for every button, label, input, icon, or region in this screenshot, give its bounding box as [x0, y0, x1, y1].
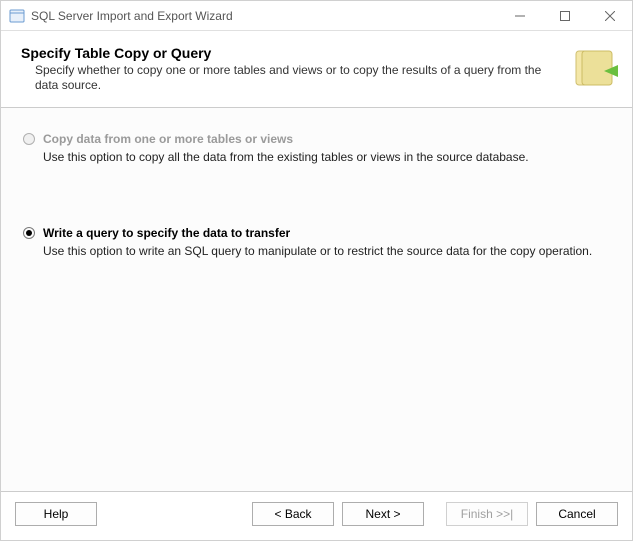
finish-button[interactable]: Finish >>| — [446, 502, 528, 526]
page-title: Specify Table Copy or Query — [21, 45, 560, 61]
maximize-button[interactable] — [542, 1, 587, 31]
option-copy-tables: Copy data from one or more tables or vie… — [23, 132, 612, 166]
next-button[interactable]: Next > — [342, 502, 424, 526]
wizard-footer: Help < Back Next > Finish >>| Cancel — [1, 491, 632, 540]
app-icon — [9, 8, 25, 24]
close-button[interactable] — [587, 1, 632, 31]
option-copy-tables-label: Copy data from one or more tables or vie… — [43, 132, 293, 146]
wizard-icon — [570, 45, 618, 93]
radio-copy-tables[interactable] — [23, 133, 35, 145]
option-write-query: Write a query to specify the data to tra… — [23, 226, 612, 260]
cancel-button[interactable]: Cancel — [536, 502, 618, 526]
window-title: SQL Server Import and Export Wizard — [31, 9, 497, 23]
help-button[interactable]: Help — [15, 502, 97, 526]
wizard-header: Specify Table Copy or Query Specify whet… — [1, 31, 632, 108]
option-write-query-desc: Use this option to write an SQL query to… — [23, 244, 612, 260]
window-controls — [497, 1, 632, 30]
titlebar: SQL Server Import and Export Wizard — [1, 1, 632, 31]
radio-write-query[interactable] — [23, 227, 35, 239]
option-write-query-row[interactable]: Write a query to specify the data to tra… — [23, 226, 612, 240]
minimize-button[interactable] — [497, 1, 542, 31]
option-copy-tables-row[interactable]: Copy data from one or more tables or vie… — [23, 132, 612, 146]
option-write-query-label: Write a query to specify the data to tra… — [43, 226, 290, 240]
page-description: Specify whether to copy one or more tabl… — [21, 63, 560, 93]
wizard-content: Copy data from one or more tables or vie… — [1, 108, 632, 491]
back-button[interactable]: < Back — [252, 502, 334, 526]
option-copy-tables-desc: Use this option to copy all the data fro… — [23, 150, 612, 166]
